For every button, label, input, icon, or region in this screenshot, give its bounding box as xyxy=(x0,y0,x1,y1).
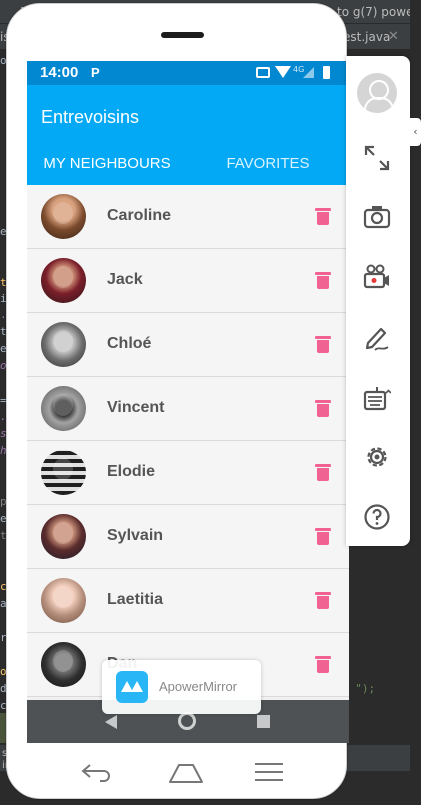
avatar xyxy=(41,450,86,495)
help-icon[interactable] xyxy=(363,503,391,531)
neighbour-row-jack[interactable]: Jack xyxy=(27,249,349,313)
nav-back-icon[interactable] xyxy=(105,715,117,729)
neighbour-name: Sylvain xyxy=(107,527,164,544)
tab-my-neighbours[interactable]: MY NEIGHBOURS xyxy=(27,155,187,185)
mirror-side-panel xyxy=(346,56,410,546)
neighbour-row-laetitia[interactable]: Laetitia xyxy=(27,569,349,633)
delete-icon[interactable] xyxy=(315,400,331,417)
apowermirror-logo-icon xyxy=(116,671,148,703)
avatar xyxy=(41,642,86,687)
wifi-icon xyxy=(275,66,291,78)
neighbour-name: Chloé xyxy=(107,335,152,352)
back-arrow-icon[interactable] xyxy=(80,762,112,782)
neighbour-name: Elodie xyxy=(107,463,156,480)
avatar xyxy=(41,514,86,559)
app-bar: Entrevoisins MY NEIGHBOURS FAVORITES xyxy=(27,85,349,209)
neighbour-row-chloe[interactable]: Chloé xyxy=(27,313,349,377)
neighbour-row-elodie[interactable]: Elodie xyxy=(27,441,349,505)
delete-icon[interactable] xyxy=(315,592,331,609)
ide-tab-close-icon[interactable]: ✕ xyxy=(388,29,399,44)
avatar xyxy=(41,578,86,623)
status-time: 14:00 xyxy=(40,64,79,81)
battery-icon xyxy=(323,66,330,79)
ide-title-right: to g(7) power xyxy=(337,5,419,19)
neighbour-name: Vincent xyxy=(107,399,165,416)
avatar xyxy=(41,322,86,367)
nav-recent-apps-icon[interactable] xyxy=(257,715,270,728)
neighbour-name: Caroline xyxy=(107,207,172,224)
neighbour-row-caroline[interactable]: Caroline xyxy=(27,185,349,249)
status-bar: 14:00 P 4G xyxy=(27,61,349,85)
neighbour-row-vincent[interactable]: Vincent xyxy=(27,377,349,441)
neighbour-name: Jack xyxy=(107,271,143,288)
avatar xyxy=(41,386,86,431)
phone-speaker xyxy=(161,32,204,38)
collapse-panel-tab[interactable]: ‹ xyxy=(410,118,421,146)
fullscreen-icon[interactable] xyxy=(363,144,391,172)
user-avatar-icon[interactable] xyxy=(357,73,397,113)
cast-icon xyxy=(256,67,270,78)
neighbour-list: Caroline Jack Chloé Vincent Elodie Sylva… xyxy=(27,185,349,697)
ide-tab-right[interactable]: est.java xyxy=(343,30,390,44)
neighbour-row-sylvain[interactable]: Sylvain xyxy=(27,505,349,569)
nav-home-icon[interactable] xyxy=(178,712,196,730)
delete-icon[interactable] xyxy=(315,464,331,481)
neighbour-name: Laetitia xyxy=(107,591,164,608)
avatar xyxy=(41,258,86,303)
delete-icon[interactable] xyxy=(315,336,331,353)
parking-notification-icon: P xyxy=(91,65,100,80)
record-video-icon[interactable] xyxy=(363,263,391,291)
app-title: Entrevoisins xyxy=(41,107,140,127)
apowermirror-overlay[interactable]: ApowerMirror xyxy=(102,660,261,714)
delete-icon[interactable] xyxy=(315,208,331,225)
apowermirror-label: ApowerMirror xyxy=(159,679,238,694)
settings-gear-icon[interactable] xyxy=(363,443,391,471)
delete-icon[interactable] xyxy=(315,528,331,545)
signal-icon xyxy=(303,67,314,78)
menu-icon[interactable] xyxy=(255,762,283,782)
home-icon[interactable] xyxy=(168,762,204,784)
avatar xyxy=(41,194,86,239)
phone-system-nav xyxy=(7,743,348,800)
tab-favorites[interactable]: FAVORITES xyxy=(187,155,349,185)
delete-icon[interactable] xyxy=(315,656,331,673)
whiteboard-pen-icon[interactable] xyxy=(363,324,391,352)
delete-icon[interactable] xyxy=(315,272,331,289)
screenshot-camera-icon[interactable] xyxy=(363,203,391,231)
keyboard-icon[interactable] xyxy=(363,384,391,412)
phone-screen: 14:00 P 4G Entrevoisins MY NEIGHBOURS FA… xyxy=(27,61,349,743)
